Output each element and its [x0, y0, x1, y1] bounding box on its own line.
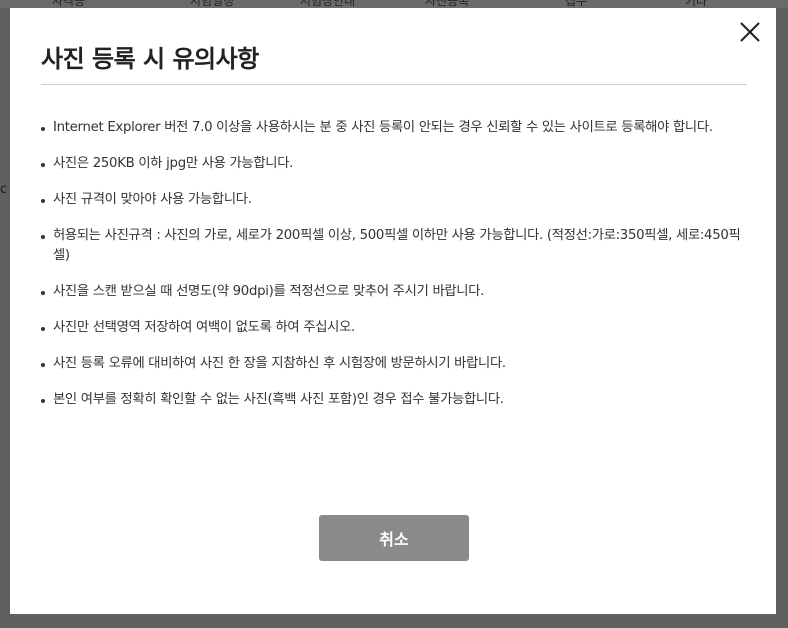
guideline-item: 허용되는 사진규격 : 사진의 가로, 세로가 200픽셀 이상, 500픽셀 …	[41, 226, 751, 266]
guideline-item: Internet Explorer 버전 7.0 이상을 사용하시는 분 중 사…	[41, 118, 751, 138]
close-x-icon	[740, 22, 760, 42]
background-tab: 시험일정	[190, 0, 235, 8]
background-tab: 자격증	[52, 0, 86, 8]
cancel-button[interactable]: 취소	[319, 515, 469, 561]
background-tab: 접수	[565, 0, 588, 8]
background-tab: 사진등록	[425, 0, 470, 8]
guideline-item: 사진을 스캔 받으실 때 선명도(약 90dpi)를 적정선으로 맞추어 주시기…	[41, 282, 751, 302]
guideline-item: 본인 여부를 정확히 확인할 수 없는 사진(흑백 사진 포함)인 경우 접수 …	[41, 390, 751, 410]
guidelines-list: Internet Explorer 버전 7.0 이상을 사용하시는 분 중 사…	[41, 118, 751, 426]
guideline-item: 사진 등록 오류에 대비하여 사진 한 장을 지참하신 후 시험장에 방문하시기…	[41, 354, 751, 374]
guideline-item: 사진만 선택영역 저장하여 여백이 없도록 하여 주십시오.	[41, 318, 751, 338]
background-text: c	[0, 182, 8, 197]
close-button[interactable]	[738, 20, 762, 44]
guideline-item: 사진 규격이 맞아야 사용 가능합니다.	[41, 190, 751, 210]
background-tab: 기타	[685, 0, 708, 8]
background-tab-bar: 자격증 시험일정 시험장안내 사진등록 접수 기타	[0, 0, 788, 8]
photo-guidelines-modal: 사진 등록 시 유의사항 Internet Explorer 버전 7.0 이상…	[10, 8, 776, 614]
modal-title: 사진 등록 시 유의사항	[41, 45, 259, 73]
guideline-item: 사진은 250KB 이하 jpg만 사용 가능합니다.	[41, 154, 751, 174]
background-tab: 시험장안내	[300, 0, 356, 8]
title-divider	[41, 84, 747, 85]
